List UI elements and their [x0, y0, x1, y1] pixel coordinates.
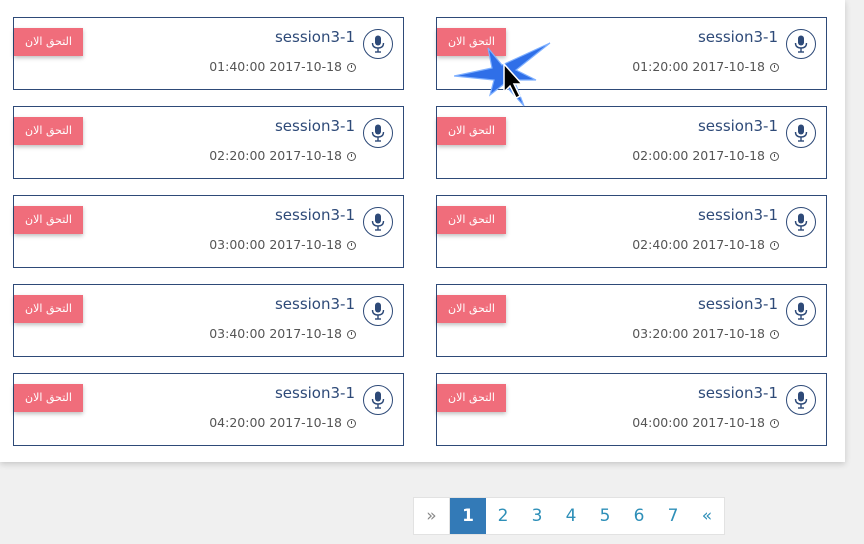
- clock-icon: [347, 419, 356, 428]
- page-2-button[interactable]: 2: [486, 498, 520, 534]
- join-now-button[interactable]: التحق الان: [14, 295, 83, 323]
- join-now-button[interactable]: التحق الان: [437, 295, 506, 323]
- microphone-icon: [786, 207, 816, 237]
- session-datetime: 03:20:00 2017-10-18: [632, 326, 779, 341]
- clock-icon: [770, 330, 779, 339]
- session-card: التحق الان session3-1 01:40:00 2017-10-1…: [13, 17, 404, 90]
- session-datetime: 04:20:00 2017-10-18: [209, 415, 356, 430]
- page-5-button[interactable]: 5: [588, 498, 622, 534]
- session-title: session3-1: [697, 384, 778, 402]
- session-datetime: 01:20:00 2017-10-18: [632, 59, 779, 74]
- clock-icon: [770, 63, 779, 72]
- microphone-icon: [363, 29, 393, 59]
- join-now-button[interactable]: التحق الان: [437, 117, 506, 145]
- clock-icon: [347, 241, 356, 250]
- clock-icon: [770, 152, 779, 161]
- session-card: التحق الان session3-1 04:20:00 2017-10-1…: [13, 373, 404, 446]
- page-3-button[interactable]: 3: [520, 498, 554, 534]
- session-datetime: 03:40:00 2017-10-18: [209, 326, 356, 341]
- microphone-icon: [786, 29, 816, 59]
- microphone-icon: [363, 296, 393, 326]
- join-now-button[interactable]: التحق الان: [14, 28, 83, 56]
- session-title: session3-1: [274, 206, 355, 224]
- session-title: session3-1: [697, 206, 778, 224]
- session-title: session3-1: [697, 117, 778, 135]
- microphone-icon: [786, 118, 816, 148]
- session-card: التحق الان session3-1 02:00:00 2017-10-1…: [436, 106, 827, 179]
- page-7-button[interactable]: 7: [656, 498, 690, 534]
- clock-icon: [347, 63, 356, 72]
- session-card: التحق الان session3-1 02:40:00 2017-10-1…: [436, 195, 827, 268]
- session-datetime: 01:40:00 2017-10-18: [209, 59, 356, 74]
- prev-page-button[interactable]: »: [414, 498, 450, 534]
- join-now-button[interactable]: التحق الان: [437, 28, 506, 56]
- page-6-button[interactable]: 6: [622, 498, 656, 534]
- join-now-button[interactable]: التحق الان: [437, 384, 506, 412]
- microphone-icon: [363, 207, 393, 237]
- session-title: session3-1: [697, 28, 778, 46]
- session-card: التحق الان session3-1 04:00:00 2017-10-1…: [436, 373, 827, 446]
- clock-icon: [347, 152, 356, 161]
- next-page-button[interactable]: «: [690, 498, 724, 534]
- session-card: التحق الان session3-1 03:40:00 2017-10-1…: [13, 284, 404, 357]
- session-datetime: 02:20:00 2017-10-18: [209, 148, 356, 163]
- session-card: التحق الان session3-1 03:20:00 2017-10-1…: [436, 284, 827, 357]
- session-title: session3-1: [697, 295, 778, 313]
- session-title: session3-1: [274, 28, 355, 46]
- pagination: » 1 2 3 4 5 6 7 «: [413, 497, 725, 535]
- join-now-button[interactable]: التحق الان: [437, 206, 506, 234]
- session-title: session3-1: [274, 295, 355, 313]
- session-datetime: 02:40:00 2017-10-18: [632, 237, 779, 252]
- clock-icon: [770, 419, 779, 428]
- session-title: session3-1: [274, 384, 355, 402]
- microphone-icon: [786, 385, 816, 415]
- clock-icon: [347, 330, 356, 339]
- session-card: التحق الان session3-1 03:00:00 2017-10-1…: [13, 195, 404, 268]
- sessions-panel: التحق الان session3-1 01:40:00 2017-10-1…: [0, 0, 845, 462]
- page-4-button[interactable]: 4: [554, 498, 588, 534]
- page-1-button[interactable]: 1: [450, 498, 486, 534]
- microphone-icon: [363, 385, 393, 415]
- session-datetime: 04:00:00 2017-10-18: [632, 415, 779, 430]
- session-datetime: 03:00:00 2017-10-18: [209, 237, 356, 252]
- microphone-icon: [363, 118, 393, 148]
- join-now-button[interactable]: التحق الان: [14, 206, 83, 234]
- clock-icon: [770, 241, 779, 250]
- session-datetime: 02:00:00 2017-10-18: [632, 148, 779, 163]
- session-card: التحق الان session3-1 01:20:00 2017-10-1…: [436, 17, 827, 90]
- join-now-button[interactable]: التحق الان: [14, 117, 83, 145]
- session-title: session3-1: [274, 117, 355, 135]
- join-now-button[interactable]: التحق الان: [14, 384, 83, 412]
- session-card: التحق الان session3-1 02:20:00 2017-10-1…: [13, 106, 404, 179]
- microphone-icon: [786, 296, 816, 326]
